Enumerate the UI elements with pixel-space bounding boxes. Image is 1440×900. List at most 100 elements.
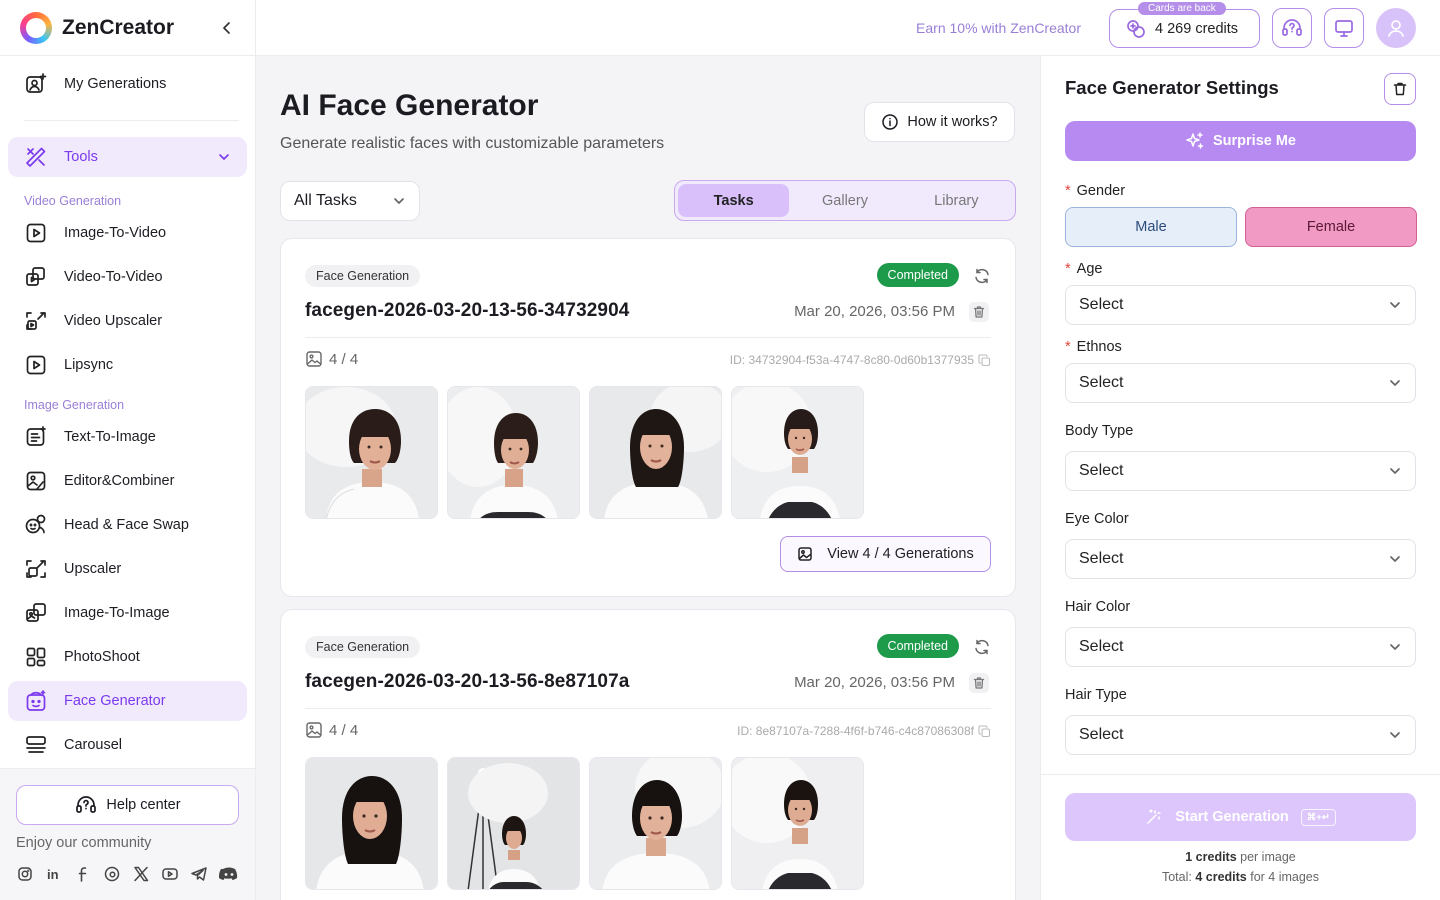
hair-type-label: Hair Type bbox=[1065, 687, 1127, 703]
chevron-down-icon bbox=[217, 150, 231, 164]
sidebar-item-label: Image-To-Video bbox=[64, 225, 167, 241]
hair-type-select-value: Select bbox=[1079, 726, 1124, 743]
shortcut-hint: ⌘+↵ bbox=[1300, 808, 1336, 826]
generated-face-image[interactable] bbox=[447, 757, 580, 890]
body-type-select-value: Select bbox=[1079, 462, 1124, 479]
sidebar-item-image-to-video[interactable]: Image-To-Video bbox=[8, 213, 247, 253]
generated-face-image[interactable] bbox=[731, 757, 864, 890]
zencreator-logo[interactable] bbox=[20, 11, 52, 44]
support-button[interactable] bbox=[1272, 8, 1312, 48]
view-tabs: Tasks Gallery Library bbox=[674, 180, 1016, 221]
sidebar-item-label: Tools bbox=[64, 149, 98, 165]
youtube-icon[interactable] bbox=[161, 865, 179, 883]
referral-link[interactable]: Earn 10% with ZenCreator bbox=[916, 20, 1081, 36]
how-it-works-button[interactable]: How it works? bbox=[864, 102, 1015, 142]
generation-footer: Start Generation ⌘+↵ 1 credits per image… bbox=[1041, 774, 1440, 900]
delete-task-icon[interactable] bbox=[969, 302, 989, 322]
generated-face-image[interactable] bbox=[589, 757, 722, 890]
text-to-image-icon bbox=[24, 425, 48, 449]
sidebar-item-carousel[interactable]: Carousel bbox=[8, 725, 247, 765]
sidebar-item-label: Lipsync bbox=[64, 357, 114, 373]
credits-button[interactable]: Cards are back 4 269 credits bbox=[1109, 2, 1260, 48]
sidebar-tools-toggle[interactable]: Tools bbox=[8, 137, 247, 177]
task-type-tag: Face Generation bbox=[305, 265, 421, 287]
gender-label: * Gender bbox=[1065, 183, 1126, 199]
chevron-down-icon bbox=[1388, 640, 1402, 654]
eye-color-select[interactable]: Select bbox=[1065, 539, 1416, 579]
age-select[interactable]: Select bbox=[1065, 285, 1416, 325]
sidebar-item-photoshoot[interactable]: PhotoShoot bbox=[8, 637, 247, 677]
sidebar-item-face-generator[interactable]: Face Generator bbox=[8, 681, 247, 721]
editor-icon bbox=[24, 469, 48, 493]
sidebar-item-label: Carousel bbox=[64, 737, 123, 753]
help-center-button[interactable]: Help center bbox=[16, 785, 239, 825]
sidebar-item-image-to-image[interactable]: Image-To-Image bbox=[8, 593, 247, 633]
photoshoot-icon bbox=[24, 645, 48, 669]
chevron-down-icon bbox=[1388, 376, 1402, 390]
delete-task-icon[interactable] bbox=[969, 673, 989, 693]
section-label-image: Image Generation bbox=[24, 398, 125, 412]
sidebar-item-head-face-swap[interactable]: Head & Face Swap bbox=[8, 505, 247, 545]
user-avatar[interactable] bbox=[1376, 8, 1416, 48]
ethnos-select-value: Select bbox=[1079, 374, 1124, 391]
instagram-icon[interactable] bbox=[16, 865, 34, 883]
gender-male-button[interactable]: Male bbox=[1065, 207, 1237, 247]
display-settings-button[interactable] bbox=[1324, 8, 1364, 48]
sidebar-item-my-generations[interactable]: My Generations bbox=[8, 64, 247, 104]
tab-gallery[interactable]: Gallery bbox=[789, 184, 900, 217]
tools-icon bbox=[24, 145, 48, 169]
x-icon[interactable] bbox=[132, 865, 150, 883]
divider bbox=[305, 708, 991, 709]
hair-color-select[interactable]: Select bbox=[1065, 627, 1416, 667]
generation-count: 4 / 4 bbox=[305, 721, 358, 739]
telegram-icon[interactable] bbox=[190, 865, 208, 883]
sidebar-item-video-to-video[interactable]: Video-To-Video bbox=[8, 257, 247, 297]
brand-name: ZenCreator bbox=[62, 15, 175, 39]
collapse-sidebar-icon[interactable] bbox=[219, 20, 235, 36]
linkedin-icon[interactable]: in bbox=[45, 865, 63, 883]
community-text: Enjoy our community bbox=[16, 835, 152, 851]
discord-icon[interactable] bbox=[219, 865, 238, 883]
threads-icon[interactable] bbox=[103, 865, 121, 883]
sidebar-item-label: Image-To-Image bbox=[64, 605, 170, 621]
sidebar-item-upscaler[interactable]: Upscaler bbox=[8, 549, 247, 589]
body-type-label: Body Type bbox=[1065, 423, 1134, 439]
generated-face-image[interactable] bbox=[589, 386, 722, 519]
generated-images bbox=[305, 386, 864, 519]
sidebar-item-text-to-image[interactable]: Text-To-Image bbox=[8, 417, 247, 457]
generated-face-image[interactable] bbox=[305, 386, 438, 519]
chevron-down-icon bbox=[1388, 298, 1402, 312]
sidebar-item-video-upscaler[interactable]: Video Upscaler bbox=[8, 301, 247, 341]
generated-face-image[interactable] bbox=[305, 757, 438, 890]
sidebar-item-editor-combiner[interactable]: Editor&Combiner bbox=[8, 461, 247, 501]
facebook-icon[interactable] bbox=[74, 865, 92, 883]
copy-icon[interactable] bbox=[978, 353, 991, 367]
hair-color-label: Hair Color bbox=[1065, 599, 1131, 615]
gender-female-button[interactable]: Female bbox=[1245, 207, 1417, 247]
hair-type-select[interactable]: Select bbox=[1065, 715, 1416, 755]
generated-face-image[interactable] bbox=[447, 386, 580, 519]
coins-icon bbox=[1125, 18, 1147, 40]
video-to-video-icon bbox=[24, 265, 48, 289]
generated-face-image[interactable] bbox=[731, 386, 864, 519]
view-generations-button[interactable]: View 4 / 4 Generations bbox=[780, 536, 991, 572]
tab-tasks[interactable]: Tasks bbox=[678, 184, 790, 217]
ethnos-select[interactable]: Select bbox=[1065, 363, 1416, 403]
face-generator-icon bbox=[24, 689, 48, 713]
magic-wand-icon bbox=[1145, 808, 1163, 826]
cost-total: Total: 4 credits for 4 images bbox=[1161, 870, 1320, 884]
reset-settings-button[interactable] bbox=[1384, 73, 1416, 105]
chevron-down-icon bbox=[1388, 728, 1402, 742]
regenerate-icon[interactable] bbox=[973, 267, 991, 285]
age-select-value: Select bbox=[1079, 296, 1124, 313]
surprise-me-button[interactable]: Surprise Me bbox=[1065, 121, 1416, 161]
generation-count-value: 4 / 4 bbox=[329, 721, 359, 739]
start-generation-button[interactable]: Start Generation ⌘+↵ bbox=[1065, 793, 1416, 841]
task-filter-select[interactable]: All Tasks bbox=[280, 181, 420, 221]
copy-icon[interactable] bbox=[978, 724, 991, 738]
regenerate-icon[interactable] bbox=[973, 638, 991, 656]
panel-title: Face Generator Settings bbox=[1065, 77, 1279, 98]
body-type-select[interactable]: Select bbox=[1065, 451, 1416, 491]
sidebar-item-lipsync[interactable]: Lipsync bbox=[8, 345, 247, 385]
tab-library[interactable]: Library bbox=[901, 184, 1012, 217]
